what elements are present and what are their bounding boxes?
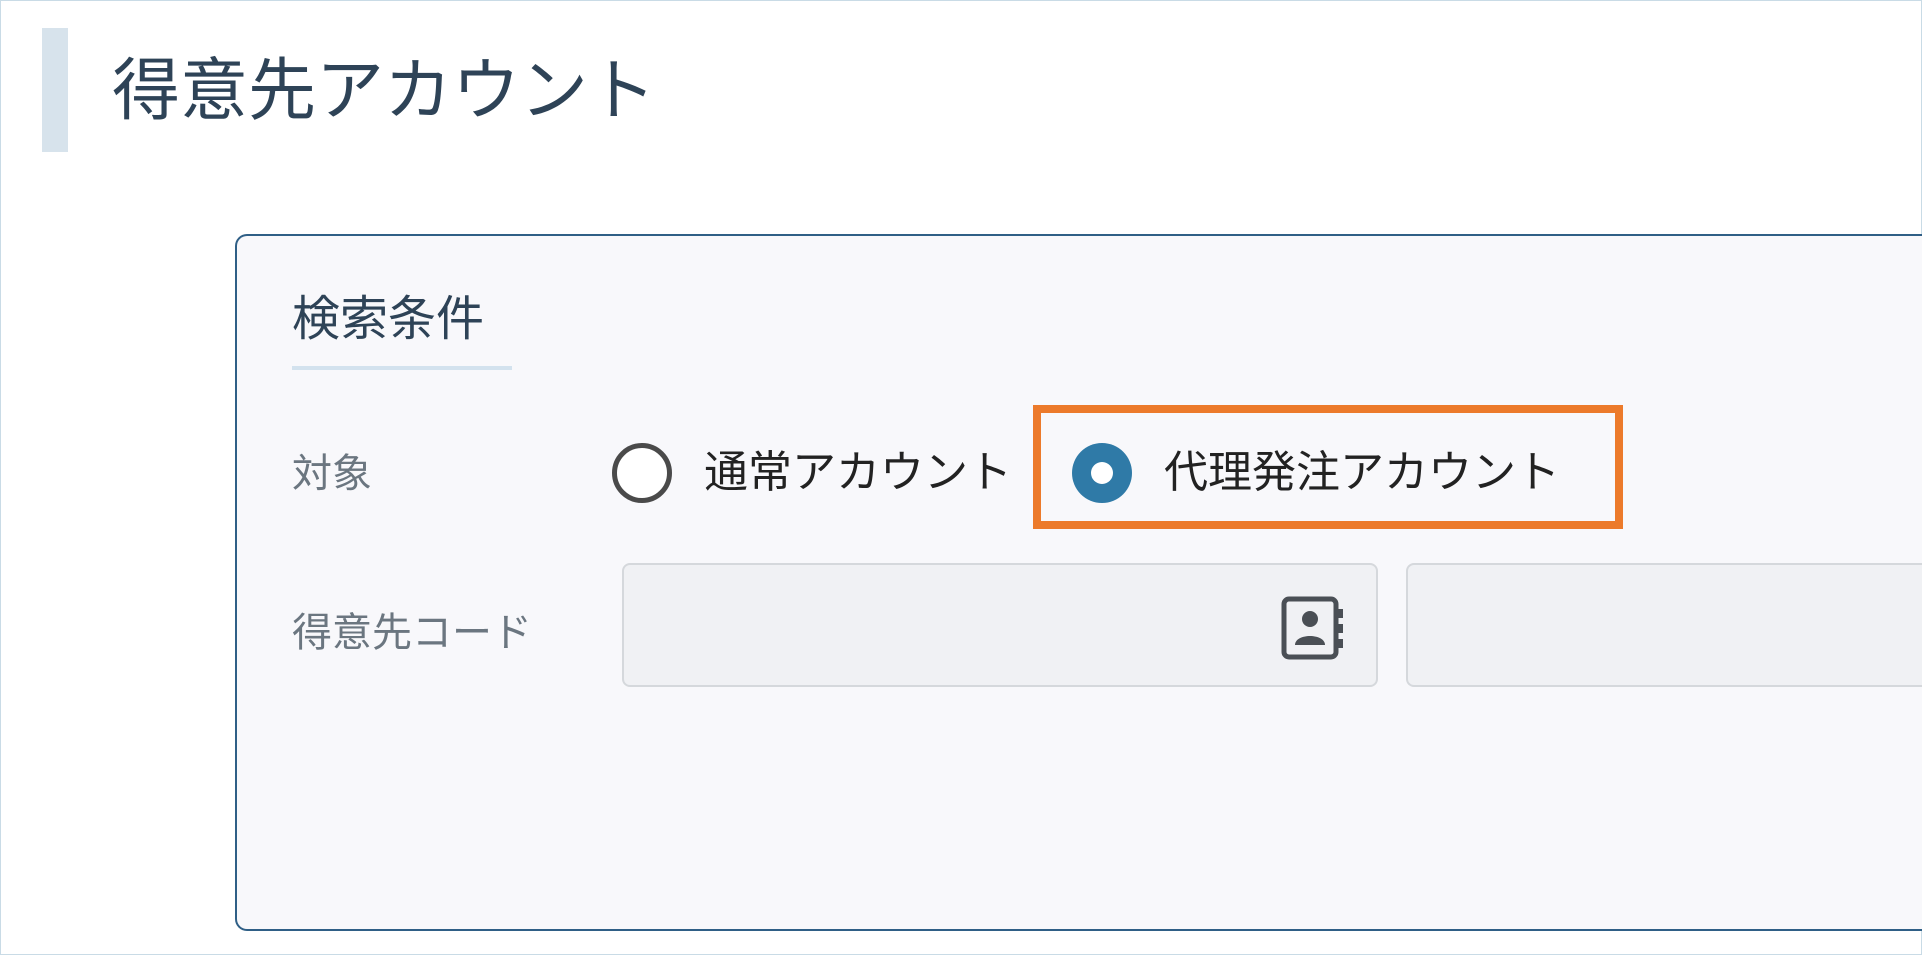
radio-unselected-icon[interactable] — [612, 443, 672, 503]
customer-code-input[interactable] — [624, 565, 1376, 685]
target-label: 対象 — [292, 451, 372, 497]
customer-code-input-wrapper — [622, 563, 1378, 687]
section-title: 検索条件 — [292, 291, 485, 347]
page-title: 得意先アカウント — [112, 52, 657, 131]
title-accent-bar — [42, 28, 68, 152]
radio-normal-account[interactable]: 通常アカウント — [612, 443, 1012, 503]
highlight-annotation-box — [1033, 405, 1623, 529]
section-title-underline — [292, 366, 512, 370]
contact-book-icon[interactable] — [1278, 595, 1348, 661]
customer-name-input[interactable] — [1408, 565, 1922, 685]
radio-normal-account-label[interactable]: 通常アカウント — [704, 443, 1012, 503]
customer-code-label: 得意先コード — [292, 610, 532, 656]
customer-name-input-wrapper — [1406, 563, 1922, 687]
